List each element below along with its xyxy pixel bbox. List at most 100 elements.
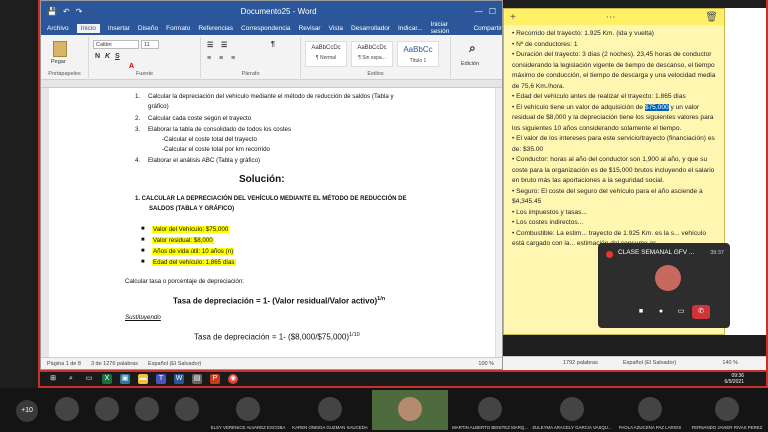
avatar: [655, 265, 681, 291]
windows-start-icon[interactable]: ⊞: [48, 374, 58, 384]
app-icon[interactable]: ▣: [120, 374, 130, 384]
underline-button[interactable]: S: [115, 53, 120, 60]
tab-revisar[interactable]: Revisar: [299, 25, 321, 32]
teams-icon[interactable]: T: [156, 374, 166, 384]
edit-button[interactable]: Edición: [461, 61, 479, 67]
page-count[interactable]: Página 1 de 8: [47, 361, 81, 367]
participant-tile[interactable]: MARTIN ALBERTO BENITEZ MARQ...: [450, 390, 530, 430]
avatar: [638, 397, 662, 421]
numbering-icon[interactable]: ☰: [221, 41, 227, 49]
undo-icon[interactable]: ↶: [63, 7, 70, 16]
language[interactable]: Español (El Salvador): [148, 361, 201, 367]
share-button[interactable]: Compartir: [473, 25, 502, 32]
tell-me-box[interactable]: Indicar...: [398, 25, 423, 32]
participant-tile[interactable]: [128, 390, 166, 430]
avatar: [236, 397, 260, 421]
style-no-spacing[interactable]: AaBbCcDc ¶ Sin espa...: [351, 41, 393, 67]
tab-inicio[interactable]: Inicio: [76, 23, 100, 33]
paste-icon[interactable]: [53, 41, 67, 57]
font-size-box[interactable]: 11: [141, 40, 159, 49]
vertical-scrollbar[interactable]: [495, 88, 502, 357]
task-view-icon[interactable]: ▭: [84, 374, 94, 384]
font-color-icon[interactable]: A: [129, 63, 134, 70]
app-icon[interactable]: ▤: [192, 374, 202, 384]
show-marks-icon[interactable]: ¶: [271, 41, 275, 48]
participant-tile[interactable]: ELSY VERENICE ALVAREZ ESCOBA: [208, 390, 288, 430]
font-name-box[interactable]: Calibri: [93, 40, 139, 49]
list-text: Calcular la depreciación del vehículo me…: [148, 93, 394, 100]
zoom-level[interactable]: 100 %: [478, 361, 502, 367]
style-heading-1[interactable]: AaBbCc Título 1: [397, 41, 439, 67]
participant-tile[interactable]: [168, 390, 206, 430]
tab-diseno[interactable]: Diseño: [138, 25, 158, 32]
note-menu-icon[interactable]: ⋯: [606, 12, 616, 23]
sticky-body[interactable]: • Recorrido del trayecto: 1.925 Km. (ida…: [504, 25, 724, 254]
align-left-icon[interactable]: ≡: [207, 55, 211, 62]
highlight-vehicle-age: Edad del vehículo: 1,865 días: [152, 259, 236, 266]
find-icon[interactable]: ⌕: [469, 41, 476, 56]
list-number: 4.: [135, 157, 141, 164]
participant-tile[interactable]: PAOLA AZUCENA PAZ LARIOS: [614, 390, 686, 430]
tab-insertar[interactable]: Insertar: [108, 25, 130, 32]
styles-group: AaBbCcDc ¶ Normal AaBbCcDc ¶ Sin espa... A…: [301, 37, 451, 78]
tab-correspondencia[interactable]: Correspondencia: [241, 25, 291, 32]
add-note-icon[interactable]: +: [510, 12, 516, 23]
clipboard-label: Portapapeles: [48, 71, 81, 77]
participant-tile[interactable]: FERNANDO JAVIER RIVAS PEREZ: [688, 390, 766, 430]
minimize-icon[interactable]: —: [475, 7, 483, 16]
paste-button[interactable]: Pegar: [51, 59, 66, 65]
participant-tile[interactable]: KAREN ONEIDA GUZMAN SAUCEDA: [290, 390, 370, 430]
formula-text: Tasa de depreciación = 1- ($8,000/$75,00…: [194, 332, 349, 342]
tab-referencias[interactable]: Referencias: [198, 25, 233, 32]
share-screen-icon[interactable]: ▭: [674, 305, 688, 319]
tab-formato[interactable]: Formato: [166, 25, 190, 32]
search-icon[interactable]: ⌕: [66, 374, 76, 384]
avatar: [175, 397, 199, 421]
selected-text: $75,000: [644, 103, 669, 111]
paragraph-group: ☰ ☰ ≡ ≡ ≡ ¶ Párrafo: [201, 37, 301, 78]
word-icon[interactable]: W: [174, 374, 184, 384]
maximize-icon[interactable]: ☐: [489, 7, 496, 16]
formula-line: Tasa de depreciación = 1- (Valor residua…: [173, 296, 385, 306]
powerpoint-icon[interactable]: P: [210, 374, 220, 384]
participant-tile-active[interactable]: [372, 390, 448, 430]
tab-archivo[interactable]: Archivo: [47, 25, 69, 32]
system-tray[interactable]: 09:36 6/9/2021: [725, 373, 768, 385]
participants-strip: +10 ELSY VERENICE ALVAREZ ESCOBA KAREN O…: [0, 388, 768, 432]
camera-icon[interactable]: ■: [634, 305, 648, 319]
list-text: Calcular cada coste según el trayecto: [148, 115, 252, 122]
delete-note-icon[interactable]: 🗑: [705, 12, 718, 23]
formula-exponent: 1/n: [377, 296, 386, 302]
excel-icon[interactable]: X: [102, 374, 112, 384]
style-normal[interactable]: AaBbCcDc ¶ Normal: [305, 41, 347, 67]
participant-tile[interactable]: [48, 390, 86, 430]
bullet-icon: ■: [141, 226, 145, 232]
meeting-popup[interactable]: CLASE SEMANAL GFV ... 39:37 ■ ● ▭ ✆: [598, 243, 730, 328]
tab-vista[interactable]: Vista: [329, 25, 343, 32]
participant-name: ZULEYMA ARACELY GARCIA VASQU...: [532, 425, 612, 430]
chrome-icon[interactable]: ◉: [228, 374, 238, 384]
sign-in-link[interactable]: Iniciar sesión: [431, 21, 466, 35]
list-subitem: -Calcular el coste total por km recorrid…: [162, 146, 270, 153]
file-explorer-icon[interactable]: ▬: [138, 374, 148, 384]
bullets-icon[interactable]: ☰: [207, 41, 213, 49]
mic-icon[interactable]: ●: [654, 305, 668, 319]
participant-tile[interactable]: [88, 390, 126, 430]
redo-icon[interactable]: ↷: [76, 7, 83, 16]
avatar: [715, 397, 739, 421]
word-count[interactable]: 3 de 1276 palabras: [91, 361, 138, 367]
font-group: Calibri 11 N K S A Fuente: [89, 37, 201, 78]
avatar: [478, 397, 502, 421]
hang-up-button[interactable]: ✆: [692, 305, 710, 319]
more-participants-button[interactable]: +10: [16, 400, 38, 422]
avatar: [55, 397, 79, 421]
save-icon[interactable]: 💾: [47, 7, 57, 16]
align-right-icon[interactable]: ≡: [231, 55, 235, 62]
tab-desarrollador[interactable]: Desarrollador: [351, 25, 390, 32]
italic-button[interactable]: K: [105, 53, 110, 60]
align-center-icon[interactable]: ≡: [219, 55, 223, 62]
style-sample: AaBbCcDc: [311, 45, 341, 51]
bold-button[interactable]: N: [95, 53, 100, 60]
formula-substituted: Tasa de depreciación = 1- ($8,000/$75,00…: [194, 332, 360, 342]
participant-tile[interactable]: ZULEYMA ARACELY GARCIA VASQU...: [532, 390, 612, 430]
